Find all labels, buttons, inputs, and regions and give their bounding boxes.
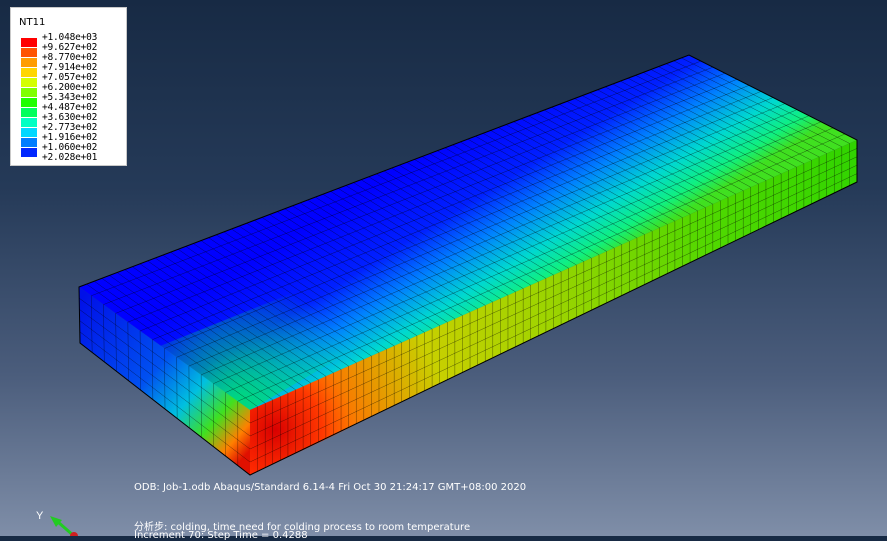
legend-swatch (21, 108, 37, 118)
odb-info-line: ODB: Job-1.odb Abaqus/Standard 6.14-4 Fr… (134, 482, 526, 493)
legend-swatch (21, 78, 37, 88)
legend-swatch (21, 58, 37, 68)
contour-legend[interactable]: NT11 +1.048e+03+9.627e+02+8.770e+02+7.91… (10, 7, 127, 166)
legend-swatch (21, 48, 37, 58)
legend-value-list: +1.048e+03+9.627e+02+8.770e+02+7.914e+02… (42, 33, 97, 163)
legend-swatch (21, 98, 37, 108)
legend-color-bar (21, 38, 37, 158)
legend-swatch (21, 38, 37, 48)
triad-y-label: Y (36, 510, 44, 522)
legend-value-label: +2.028e+01 (42, 153, 97, 163)
legend-title: NT11 (19, 17, 45, 28)
legend-swatch (21, 148, 37, 158)
legend-swatch (21, 88, 37, 98)
legend-swatch (21, 118, 37, 128)
legend-swatch (21, 128, 37, 138)
fe-model-slab (79, 55, 857, 475)
model-viewport[interactable]: Y (0, 0, 887, 536)
legend-swatch (21, 138, 37, 148)
legend-swatch (21, 68, 37, 78)
axis-triad: Y (36, 510, 78, 536)
